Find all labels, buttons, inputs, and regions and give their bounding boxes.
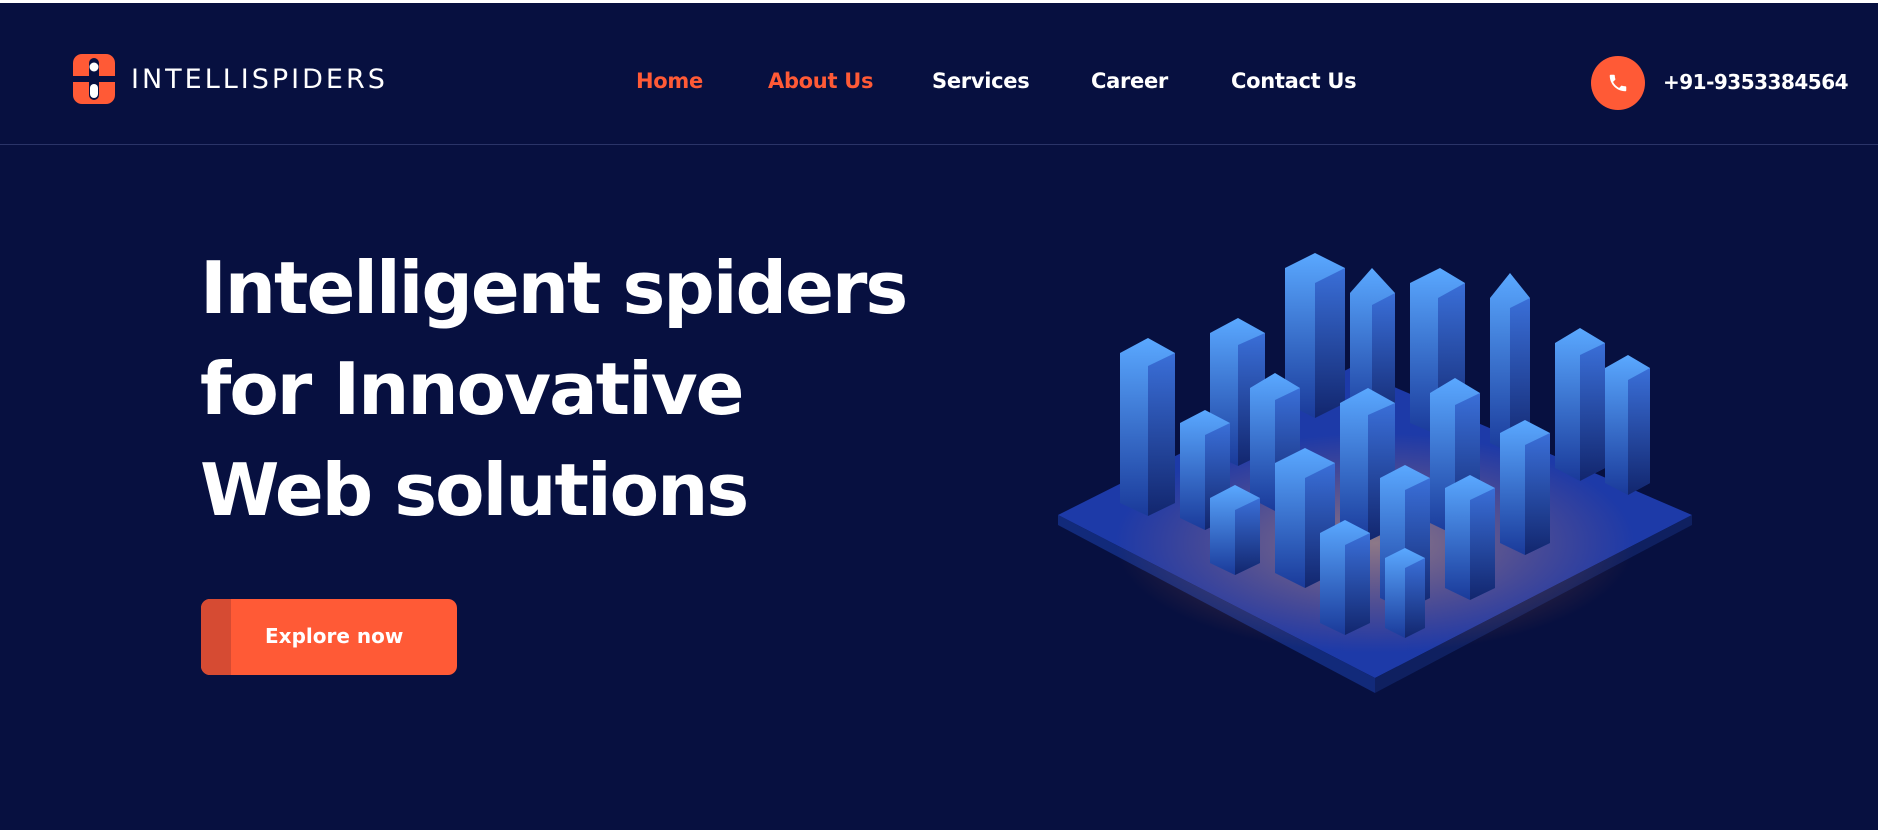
explore-now-label: Explore now [265, 624, 404, 648]
page: INTELLISPIDERS Home About Us Services Ca… [0, 3, 1878, 830]
nav-services[interactable]: Services [932, 69, 1030, 93]
phone-icon [1609, 74, 1627, 92]
nav-contact-us[interactable]: Contact Us [1231, 69, 1357, 93]
brand-name: INTELLISPIDERS [131, 63, 388, 95]
nav-career[interactable]: Career [1091, 69, 1168, 93]
site-header: INTELLISPIDERS Home About Us Services Ca… [0, 3, 1878, 145]
phone-number[interactable]: +91-9353384564 [1663, 70, 1849, 94]
hero-title: Intelligent spiders for Innovative Web s… [200, 238, 908, 541]
phone-button[interactable] [1591, 56, 1645, 110]
logo[interactable]: INTELLISPIDERS [73, 54, 388, 104]
nav-about-us[interactable]: About Us [768, 69, 873, 93]
isometric-city-illustration [1058, 253, 1692, 693]
hero-title-line: for Innovative [200, 347, 745, 431]
logo-icon [73, 54, 115, 104]
hero-title-line: Web solutions [200, 448, 749, 532]
explore-now-button[interactable]: Explore now [201, 599, 457, 675]
hero-title-line: Intelligent spiders [200, 246, 908, 330]
button-accent-stripe [201, 599, 231, 675]
nav-home[interactable]: Home [636, 69, 703, 93]
